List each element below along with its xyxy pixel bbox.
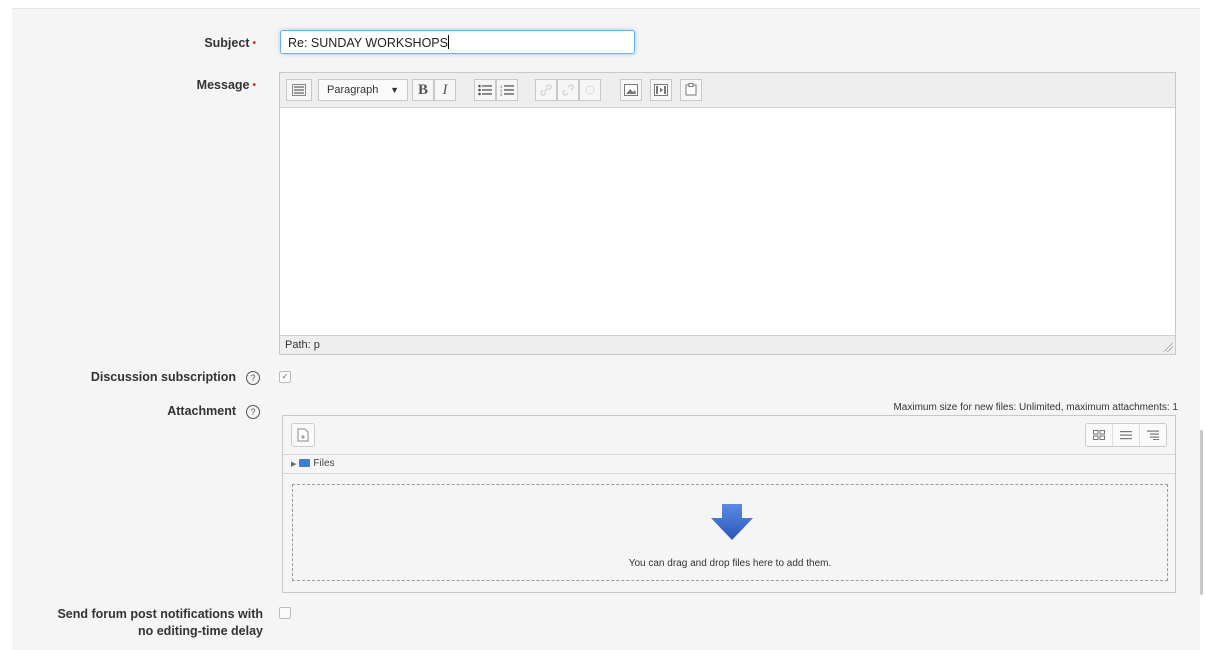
paste-icon[interactable] <box>680 79 702 101</box>
discussion-subscription-checkbox[interactable]: ✓ <box>279 371 291 383</box>
expand-arrow-icon: ▶ <box>291 461 297 468</box>
subject-label: Subject • <box>204 36 256 50</box>
required-icon: • <box>252 38 256 49</box>
media-icon[interactable] <box>650 79 672 101</box>
link-icon[interactable] <box>535 79 557 101</box>
help-icon[interactable]: ? <box>246 405 260 419</box>
ordered-list-icon[interactable]: 123 <box>496 79 518 101</box>
unordered-list-icon[interactable] <box>474 79 496 101</box>
tree-view-icon[interactable] <box>1139 424 1166 446</box>
message-label: Message • <box>196 78 256 92</box>
dropzone-text: You can drag and drop files here to add … <box>628 558 832 569</box>
image-icon[interactable] <box>620 79 642 101</box>
folder-icon <box>299 459 311 467</box>
attachment-label: Attachment? <box>60 404 260 419</box>
subject-input[interactable]: Re: SUNDAY WORKSHOPS <box>280 30 635 54</box>
italic-icon[interactable]: I <box>434 79 456 101</box>
grid-view-icon[interactable] <box>1086 424 1112 446</box>
editor-toolbar: Paragraph ▼ B I 123 <box>280 73 1175 108</box>
anchor-icon[interactable] <box>579 79 601 101</box>
discussion-subscription-label: Discussion subscription? <box>60 370 260 385</box>
file-picker: ▶ Files You can drag and drop files here … <box>282 415 1176 593</box>
list-view-icon[interactable] <box>1112 424 1139 446</box>
paragraph-select[interactable]: Paragraph ▼ <box>318 79 408 101</box>
required-icon: • <box>252 80 256 91</box>
file-dropzone[interactable]: You can drag and drop files here to add … <box>292 484 1168 581</box>
unlink-icon[interactable] <box>557 79 579 101</box>
toggle-toolbar-icon[interactable] <box>286 79 312 101</box>
scrollbar[interactable] <box>1200 430 1203 595</box>
send-notifications-label: Send forum post notifications with no ed… <box>57 607 263 638</box>
svg-text:3: 3 <box>500 92 503 96</box>
editor-path: Path: p <box>280 335 1175 354</box>
chevron-down-icon: ▼ <box>390 85 399 95</box>
message-editor[interactable]: Paragraph ▼ B I 123 Path: p <box>279 72 1176 355</box>
bold-icon[interactable]: B <box>412 79 434 101</box>
send-notifications-checkbox[interactable] <box>279 607 291 619</box>
file-path-breadcrumb[interactable]: ▶ Files <box>283 455 1175 474</box>
file-picker-toolbar <box>283 416 1175 455</box>
help-icon[interactable]: ? <box>246 371 260 385</box>
resize-handle-icon[interactable] <box>1163 342 1173 352</box>
view-switcher <box>1085 423 1167 447</box>
max-size-note: Maximum size for new files: Unlimited, m… <box>893 402 1178 413</box>
message-textarea[interactable] <box>280 108 1175 336</box>
download-arrow-icon <box>711 504 753 540</box>
add-file-icon[interactable] <box>291 423 315 447</box>
